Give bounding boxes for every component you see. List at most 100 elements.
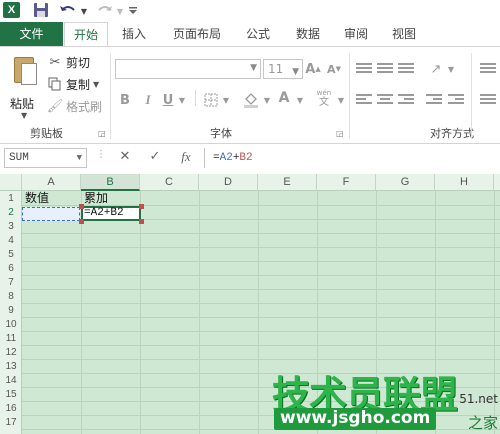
shrink-font-button[interactable]: A ▼ [327, 59, 341, 79]
row-header[interactable]: 9 [0, 305, 22, 316]
increase-indent-icon[interactable] [448, 94, 464, 108]
cell-a2-reference[interactable] [22, 207, 80, 221]
fill-color-icon[interactable] [242, 90, 260, 110]
clipboard-launcher-icon[interactable]: ◲ [98, 129, 106, 138]
formula-input[interactable]: =A2+B2 [204, 148, 498, 168]
decrease-indent-icon[interactable] [426, 94, 442, 108]
column-header[interactable]: H [435, 174, 494, 191]
selection-handle[interactable] [139, 219, 144, 224]
cut-button[interactable]: ✂ 剪切 [47, 53, 90, 71]
copy-button[interactable]: 复制 ▼ [47, 75, 99, 93]
name-box-dropdown-icon[interactable]: ▼ [77, 149, 82, 167]
font-group-label: 字体 [210, 127, 232, 140]
gridline [22, 275, 500, 276]
phonetic-button[interactable]: wén 文 [313, 88, 335, 108]
tab-file[interactable]: 文件 [0, 22, 63, 46]
wrap-text-icon[interactable] [480, 63, 496, 77]
borders-icon[interactable] [202, 90, 220, 110]
undo-dropdown-icon[interactable]: ▼ [80, 2, 88, 20]
column-header[interactable]: D [199, 174, 258, 191]
orientation-dropdown-icon[interactable]: ▼ [446, 59, 456, 79]
gridline [22, 345, 500, 346]
column-header[interactable]: E [258, 174, 317, 191]
row-header[interactable]: 7 [0, 277, 22, 288]
row-header[interactable]: 16 [0, 403, 22, 414]
column-header[interactable]: A [22, 174, 81, 191]
italic-button[interactable]: I [142, 90, 154, 110]
paste-dropdown-icon[interactable]: ▼ [21, 111, 27, 120]
save-icon[interactable] [33, 2, 49, 18]
bold-button[interactable]: B [118, 90, 132, 110]
enter-entry-button[interactable]: ✓ [146, 149, 164, 167]
font-size-box[interactable]: 11 ▼ [263, 59, 303, 79]
customize-qat-icon[interactable] [128, 2, 138, 20]
phonetic-dropdown-icon[interactable]: ▼ [336, 90, 346, 110]
tab-view[interactable]: 视图 [384, 22, 424, 46]
tab-home[interactable]: 开始 [64, 22, 108, 47]
underline-button[interactable]: U [162, 90, 174, 110]
tab-data[interactable]: 数据 [288, 22, 328, 46]
row-header[interactable]: 8 [0, 291, 22, 302]
row-header[interactable]: 13 [0, 361, 22, 372]
row-header[interactable]: 12 [0, 347, 22, 358]
column-header-selected[interactable]: B [81, 174, 140, 191]
select-all-corner[interactable] [0, 174, 22, 191]
grow-font-button[interactable]: A ▲ [305, 59, 320, 79]
redo-icon[interactable] [96, 2, 114, 20]
orientation-icon[interactable]: ↗ [426, 59, 446, 79]
format-painter-button[interactable]: 🖌 格式刷 [47, 97, 102, 115]
row-header-selected[interactable]: 2 [0, 207, 22, 218]
paste-button[interactable]: 粘贴 ▼ [6, 53, 44, 120]
watermark-url: www.jsgho.com [274, 408, 437, 430]
ribbon-tabs: 文件 开始 插入 页面布局 公式 数据 审阅 视图 [0, 22, 500, 47]
selection-handle[interactable] [79, 204, 84, 209]
align-left-icon[interactable] [356, 94, 372, 108]
cell-b1[interactable]: 累加 [84, 192, 108, 204]
row-header[interactable]: 15 [0, 389, 22, 400]
font-color-dropdown-icon[interactable]: ▼ [295, 90, 305, 110]
font-launcher-icon[interactable]: ◲ [336, 129, 344, 138]
row-header[interactable]: 10 [0, 319, 22, 330]
align-top-icon[interactable] [356, 63, 372, 77]
font-size-dropdown-icon[interactable]: ▼ [292, 63, 299, 81]
selection-handle[interactable] [79, 219, 84, 224]
font-color-button[interactable]: A [277, 88, 291, 108]
cancel-entry-button[interactable]: ✕ [116, 149, 134, 167]
row-header[interactable]: 17 [0, 417, 22, 428]
column-header[interactable]: G [376, 174, 435, 191]
merge-center-icon[interactable] [480, 94, 496, 108]
tab-page-layout[interactable]: 页面布局 [164, 22, 230, 46]
copy-icon [47, 76, 63, 92]
align-center-icon[interactable] [377, 94, 393, 108]
column-header[interactable]: C [140, 174, 199, 191]
redo-dropdown-icon[interactable]: ▼ [116, 2, 124, 20]
row-header[interactable]: 11 [0, 333, 22, 344]
row-header[interactable]: 3 [0, 221, 22, 232]
align-bottom-icon[interactable] [398, 63, 414, 77]
tab-insert[interactable]: 插入 [114, 22, 154, 46]
underline-dropdown-icon[interactable]: ▼ [177, 90, 187, 110]
undo-icon[interactable] [59, 2, 77, 20]
row-header[interactable]: 6 [0, 263, 22, 274]
align-middle-icon[interactable] [377, 63, 393, 77]
insert-function-button[interactable]: fx [176, 149, 196, 167]
name-box[interactable]: SUM ▼ [4, 148, 87, 168]
selection-handle[interactable] [139, 204, 144, 209]
column-header[interactable]: F [317, 174, 376, 191]
tab-review[interactable]: 审阅 [336, 22, 376, 46]
tab-formulas[interactable]: 公式 [238, 22, 278, 46]
font-name-dropdown-icon[interactable]: ▼ [250, 63, 257, 73]
cell-b2-active[interactable]: =A2+B2 [81, 206, 141, 221]
row-header[interactable]: 4 [0, 235, 22, 246]
borders-dropdown-icon[interactable]: ▼ [221, 90, 231, 110]
font-name-box[interactable]: ▼ [115, 59, 261, 79]
copy-dropdown-icon[interactable]: ▼ [93, 80, 99, 89]
fill-color-dropdown-icon[interactable]: ▼ [262, 90, 272, 110]
row-header[interactable]: 1 [0, 193, 22, 204]
row-header[interactable]: 14 [0, 375, 22, 386]
paste-paper-icon [21, 63, 37, 85]
row-header[interactable]: 5 [0, 249, 22, 260]
align-right-icon[interactable] [398, 94, 414, 108]
cell-a1[interactable]: 数值 [25, 192, 49, 204]
formula-bar: SUM ▼ ⋮ ✕ ✓ fx =A2+B2 [0, 145, 500, 171]
